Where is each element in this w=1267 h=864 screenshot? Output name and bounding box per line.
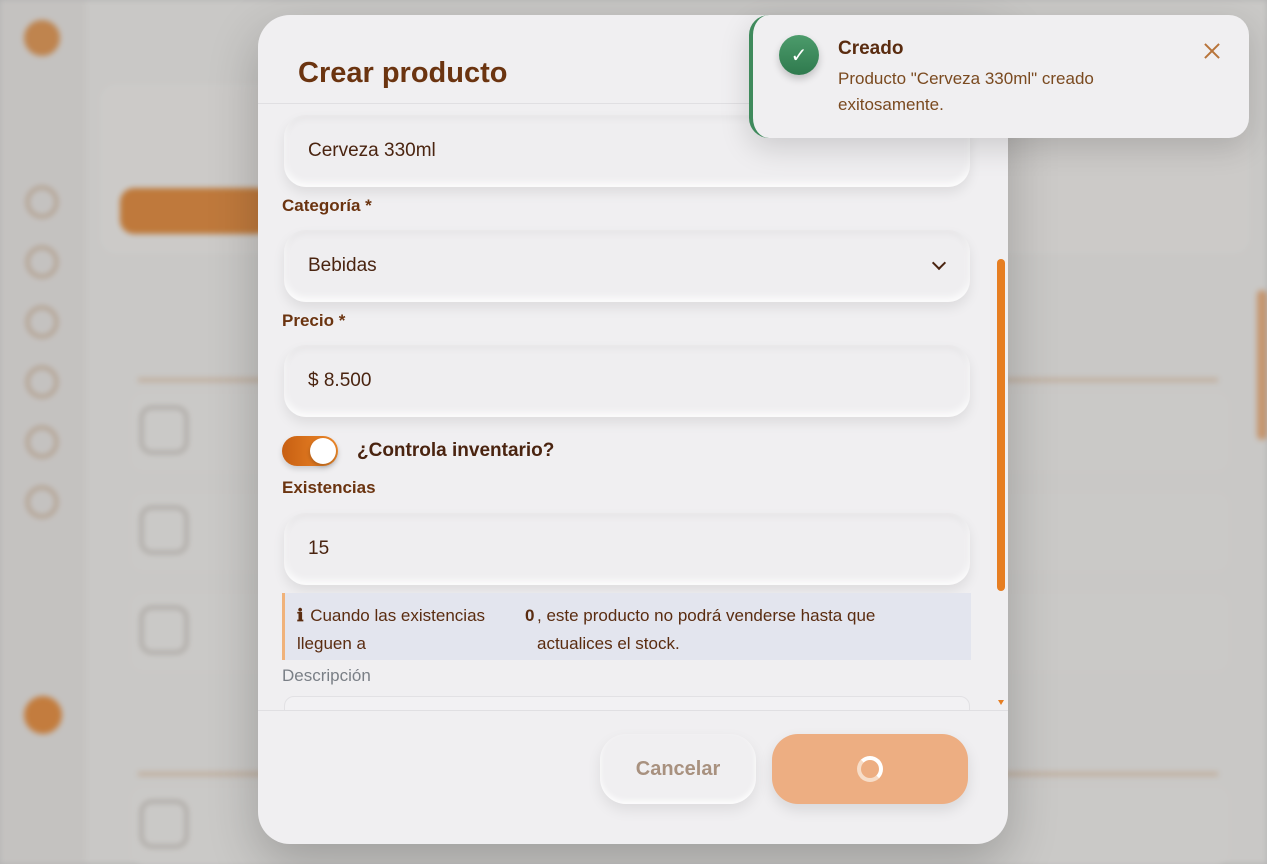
price-value: $ 8.500 [308, 370, 372, 391]
stock-info-callout: ℹ Cuando las existencias lleguen a 0 , e… [282, 593, 971, 660]
category-label: Categoría * [282, 196, 372, 215]
product-name-value: Cerveza 330ml [308, 140, 436, 161]
info-text-part1-text: Cuando las existencias lleguen a [297, 606, 486, 653]
info-text-part2: , este producto no podrá venderse hasta … [537, 606, 876, 653]
modal-body[interactable]: Cerveza 330ml Categoría * Bebidas Precio… [258, 104, 1008, 710]
create-product-modal: Crear producto Cerveza 330ml Categoría *… [258, 15, 1008, 844]
submit-button[interactable] [772, 734, 968, 804]
stock-label: Existencias [282, 478, 376, 497]
loading-spinner-icon [857, 756, 883, 782]
check-icon: ✓ [779, 35, 819, 75]
close-icon[interactable] [1200, 39, 1224, 63]
info-text-part1: ℹ Cuando las existencias lleguen a [297, 602, 502, 658]
description-textarea[interactable] [284, 696, 970, 710]
category-value: Bebidas [308, 255, 377, 276]
stock-input[interactable]: 15 [284, 513, 970, 585]
modal-title: Crear producto [298, 57, 508, 89]
price-label: Precio * [282, 311, 346, 330]
stock-value: 15 [308, 538, 330, 559]
scroll-down-icon[interactable] [998, 700, 1004, 705]
modal-scrollbar[interactable] [997, 259, 1005, 591]
inventory-toggle[interactable] [282, 436, 338, 466]
modal-divider [258, 710, 1008, 711]
price-input[interactable]: $ 8.500 [284, 345, 970, 417]
chevron-down-icon [931, 255, 947, 271]
toast-message: Producto "Cerveza 330ml" creado exitosam… [838, 69, 1094, 114]
toggle-knob [310, 438, 336, 464]
cancel-button[interactable]: Cancelar [600, 734, 756, 804]
toast-title: Creado [838, 38, 904, 59]
category-select[interactable]: Bebidas [284, 230, 970, 302]
info-zero-value: 0 [525, 606, 535, 625]
info-icon: ℹ [297, 606, 304, 626]
success-toast: ✓ Creado Producto "Cerveza 330ml" creado… [749, 15, 1249, 138]
description-label: Descripción [282, 666, 371, 685]
inventory-toggle-label: ¿Controla inventario? [357, 440, 555, 461]
